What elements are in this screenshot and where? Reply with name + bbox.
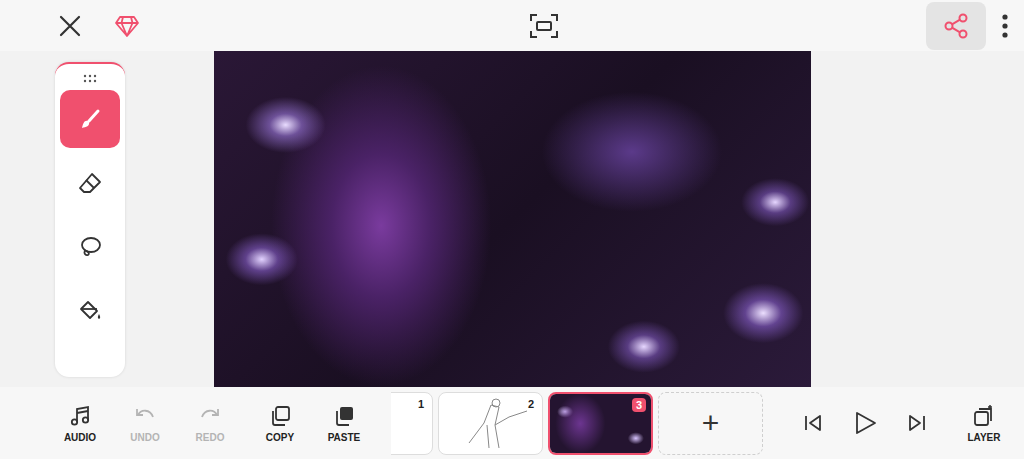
paste-label: PASTE xyxy=(328,432,361,443)
top-right-group xyxy=(699,2,1010,50)
redo-label: REDO xyxy=(196,432,225,443)
frame-card[interactable]: 3 xyxy=(548,392,653,455)
copy-button[interactable]: COPY xyxy=(250,404,310,443)
share-button[interactable] xyxy=(926,2,986,50)
layer-button[interactable]: LAYER xyxy=(954,404,1014,443)
drawing-canvas[interactable] xyxy=(214,51,811,387)
tool-panel xyxy=(55,62,125,377)
audio-icon xyxy=(68,404,92,428)
undo-icon xyxy=(133,404,157,428)
fit-screen-icon xyxy=(529,13,559,39)
tool-button[interactable] xyxy=(60,282,120,340)
undo-label: UNDO xyxy=(130,432,159,443)
layer-label: LAYER xyxy=(968,432,1001,443)
play-button[interactable] xyxy=(852,410,878,436)
undo-button[interactable]: UNDO xyxy=(115,404,175,443)
lasso-icon xyxy=(77,235,103,259)
add-frame-button[interactable]: + xyxy=(658,392,763,455)
share-icon xyxy=(943,13,969,39)
top-bar xyxy=(0,0,1024,51)
frame-number: 1 xyxy=(418,398,424,410)
gem-icon xyxy=(114,14,140,38)
paste-button[interactable]: PASTE xyxy=(314,404,374,443)
kebab-menu-icon xyxy=(1000,13,1010,39)
paste-icon xyxy=(332,404,356,428)
audio-undo-group: AUDIO UNDO REDO xyxy=(50,404,240,443)
layers-icon xyxy=(972,404,996,428)
previous-frame-icon xyxy=(802,412,824,434)
close-icon xyxy=(58,14,82,38)
frame-number: 3 xyxy=(632,398,646,412)
next-frame-icon xyxy=(906,412,928,434)
frame-strip: 1 2 3 + xyxy=(391,392,763,455)
fill-icon xyxy=(77,299,103,323)
brush-icon xyxy=(77,107,103,131)
bottom-bar: AUDIO UNDO REDO COPY PASTE 1 2 3 + LAYER xyxy=(0,387,1024,459)
audio-button[interactable]: AUDIO xyxy=(50,404,110,443)
top-left-group xyxy=(58,14,369,38)
redo-icon xyxy=(198,404,222,428)
audio-label: AUDIO xyxy=(64,432,96,443)
close-button[interactable] xyxy=(58,14,82,38)
add-frame-label: + xyxy=(702,406,720,440)
more-button[interactable] xyxy=(1000,13,1010,39)
tool-button[interactable] xyxy=(60,154,120,212)
frame-thumbnail xyxy=(391,393,432,454)
redo-button[interactable]: REDO xyxy=(180,404,240,443)
frame-number: 2 xyxy=(528,398,534,410)
eraser-icon xyxy=(77,171,103,195)
copy-icon xyxy=(268,404,292,428)
copy-label: COPY xyxy=(266,432,294,443)
tool-button[interactable] xyxy=(60,218,120,276)
frame-card[interactable]: 1 xyxy=(391,392,433,455)
drag-handle-icon xyxy=(82,74,98,84)
fit-screen-button[interactable] xyxy=(529,13,559,39)
canvas-area xyxy=(0,51,1024,387)
play-icon xyxy=(852,410,878,436)
playback-controls xyxy=(802,410,928,436)
copy-paste-group: COPY PASTE xyxy=(250,404,374,443)
frame-card[interactable]: 2 xyxy=(438,392,543,455)
previous-frame-button[interactable] xyxy=(802,412,824,434)
frame-thumbnail xyxy=(439,393,543,455)
drag-handle[interactable] xyxy=(82,74,98,84)
tool-button[interactable] xyxy=(60,90,120,148)
top-center-group xyxy=(369,13,700,39)
premium-button[interactable] xyxy=(114,14,140,38)
next-frame-button[interactable] xyxy=(906,412,928,434)
